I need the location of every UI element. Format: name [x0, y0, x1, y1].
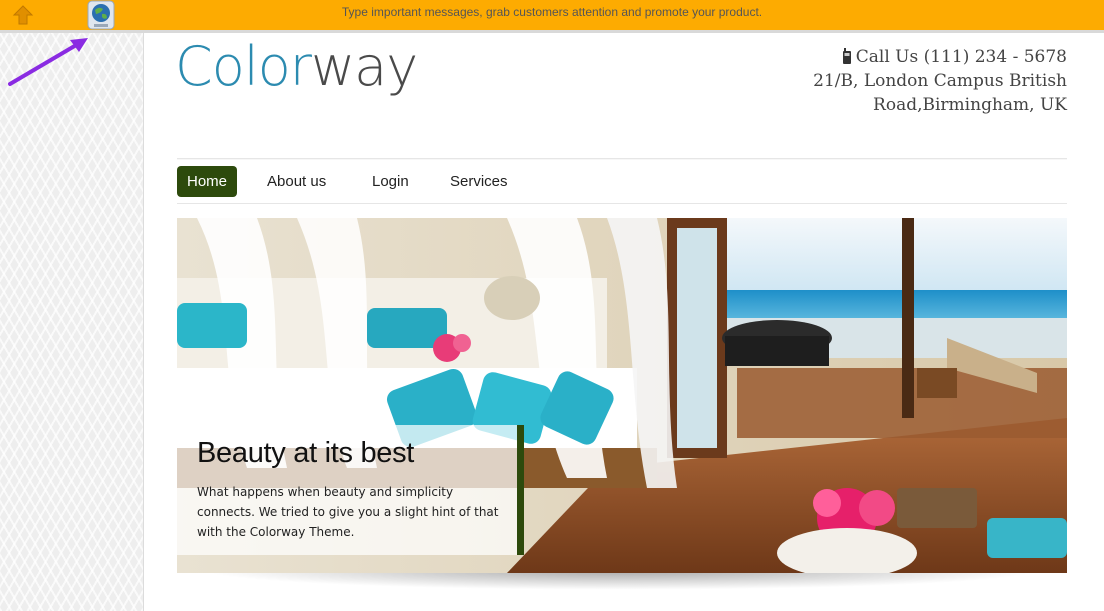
notification-bar: Type important messages, grab customers … — [0, 0, 1104, 33]
topbar-message: Type important messages, grab customers … — [341, 5, 763, 19]
address-line-2: Road,Birmingham, UK — [873, 95, 1067, 115]
nav-item-home[interactable]: Home — [177, 166, 238, 197]
hero-description: What happens when beauty and simplicity … — [197, 485, 499, 539]
hero-title: Beauty at its best — [197, 437, 415, 469]
nav-item-services[interactable]: Services — [450, 166, 508, 197]
logo-part-color: Color — [175, 35, 312, 98]
phone-line: Call Us (111) 234 - 5678 — [813, 45, 1067, 69]
nav-item-login[interactable]: Login — [372, 166, 409, 197]
left-background-strip — [0, 33, 144, 611]
main-navigation: Home About us Login Services — [177, 158, 1067, 204]
pointer-arrow-icon — [8, 38, 88, 86]
nav-item-about-us[interactable]: About us — [267, 166, 326, 197]
hero-caption: Beauty at its best What happens when bea… — [177, 425, 524, 555]
hero-shadow — [200, 570, 1044, 590]
site-logo[interactable]: Colorway — [175, 40, 418, 94]
contact-info: Call Us (111) 234 - 5678 21/B, London Ca… — [813, 45, 1067, 117]
address-line-1: 21/B, London Campus British — [813, 71, 1067, 91]
phone-icon — [842, 48, 851, 64]
logo-part-way: way — [311, 35, 418, 98]
phone-text: Call Us (111) 234 - 5678 — [855, 47, 1067, 67]
